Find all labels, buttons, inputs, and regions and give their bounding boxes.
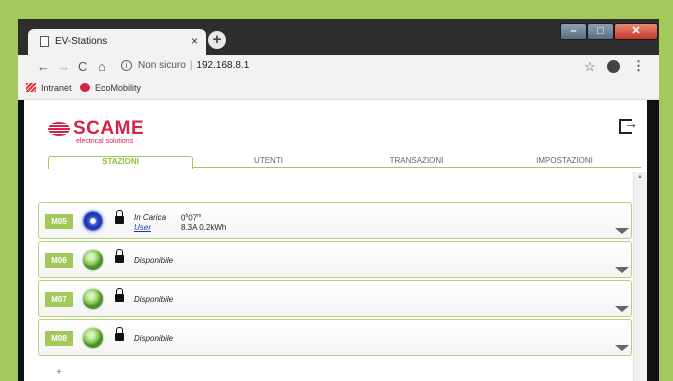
lock-icon[interactable]: [115, 249, 124, 263]
main-tabs: STAZIONI UTENTI TRANSAZIONI IMPOSTAZIONI: [48, 156, 641, 169]
lock-icon[interactable]: [115, 327, 124, 341]
tab-stazioni[interactable]: STAZIONI: [48, 156, 193, 169]
lock-icon[interactable]: [115, 288, 124, 302]
page-viewport: SCAME electrical solutions → STAZIONI UT…: [18, 100, 659, 381]
charging-measurements: 8.3A 0.2kWh: [181, 223, 227, 232]
bookmark-label: EcoMobility: [95, 83, 142, 93]
station-status: Disponibile: [134, 334, 174, 343]
minimize-button[interactable]: –: [560, 23, 587, 40]
back-button[interactable]: ←: [37, 59, 50, 74]
tab-title: EV-Stations: [55, 36, 108, 47]
logo-subtitle: electrical solutions: [76, 138, 134, 145]
logout-arrow-icon[interactable]: →: [624, 115, 638, 131]
title-bar: EV-Stations × + – □ ✕: [18, 19, 659, 55]
scroll-up-icon[interactable]: ▲: [637, 174, 643, 180]
home-button[interactable]: ⌂: [98, 59, 106, 74]
browser-window: EV-Stations × + – □ ✕ ← → C ⌂ i Non sicur…: [18, 19, 659, 381]
maximize-button[interactable]: □: [587, 23, 614, 40]
lock-icon[interactable]: [115, 210, 124, 224]
station-status: Disponibile: [134, 256, 174, 265]
station-row[interactable]: M07 Disponibile: [38, 280, 632, 317]
info-icon[interactable]: i: [121, 60, 132, 71]
station-id-badge: M05: [45, 214, 73, 229]
bookmark-star-icon[interactable]: ☆: [584, 59, 596, 75]
bookmark-intranet[interactable]: Intranet: [26, 83, 72, 93]
tab-utenti[interactable]: UTENTI: [196, 156, 341, 165]
station-row[interactable]: M06 Disponibile: [38, 241, 632, 278]
charging-time: 0h07m: [181, 213, 202, 223]
bookmark-ecomobility[interactable]: EcoMobility: [80, 83, 141, 93]
station-id-badge: M06: [45, 253, 73, 268]
address-bar: ← → C ⌂ i Non sicuro | 192.168.8.1 ☆ ⋮: [18, 55, 659, 80]
available-led-icon: [83, 250, 103, 270]
menu-icon[interactable]: ⋮: [632, 58, 645, 74]
station-id-badge: M07: [45, 292, 73, 307]
available-led-icon: [83, 289, 103, 309]
charging-led-icon: [83, 211, 103, 231]
expand-caret-icon[interactable]: [615, 345, 629, 351]
intranet-icon: [26, 83, 36, 92]
expand-caret-icon[interactable]: [615, 267, 629, 273]
station-status: Disponibile: [134, 295, 174, 304]
station-row[interactable]: M05 In Carica User 0h07m 8.3A 0.2kWh: [38, 202, 632, 239]
expand-caret-icon[interactable]: [615, 228, 629, 234]
url-field[interactable]: i Non sicuro | 192.168.8.1: [121, 60, 249, 71]
tab-transazioni[interactable]: TRANSAZIONI: [344, 156, 489, 165]
tab-impostazioni[interactable]: IMPOSTAZIONI: [492, 156, 637, 165]
forward-button[interactable]: →: [57, 59, 70, 74]
expand-caret-icon[interactable]: [615, 306, 629, 312]
station-user-link[interactable]: User: [134, 223, 151, 232]
security-label: Non sicuro: [138, 60, 186, 71]
add-station-button[interactable]: +: [56, 367, 62, 378]
profile-icon[interactable]: [607, 60, 620, 73]
bookmark-label: Intranet: [41, 83, 72, 93]
station-id-badge: M08: [45, 331, 73, 346]
logo-text: SCAME: [73, 118, 145, 139]
station-status: In Carica: [134, 213, 167, 222]
station-row[interactable]: M08 Disponibile: [38, 319, 632, 356]
tab-close-icon[interactable]: ×: [191, 34, 198, 48]
url-text: 192.168.8.1: [196, 60, 250, 71]
browser-tab[interactable]: EV-Stations ×: [28, 29, 206, 55]
new-tab-button[interactable]: +: [208, 31, 226, 49]
reload-button[interactable]: C: [78, 59, 87, 74]
page-icon: [40, 36, 49, 47]
ecomobility-icon: [80, 83, 90, 92]
scame-logo-icon: [48, 122, 70, 136]
scrollbar[interactable]: ▲: [633, 172, 647, 381]
bookmarks-bar: Intranet EcoMobility: [18, 80, 659, 100]
available-led-icon: [83, 328, 103, 348]
scame-logo: SCAME electrical solutions: [48, 118, 178, 148]
close-window-button[interactable]: ✕: [614, 23, 658, 40]
